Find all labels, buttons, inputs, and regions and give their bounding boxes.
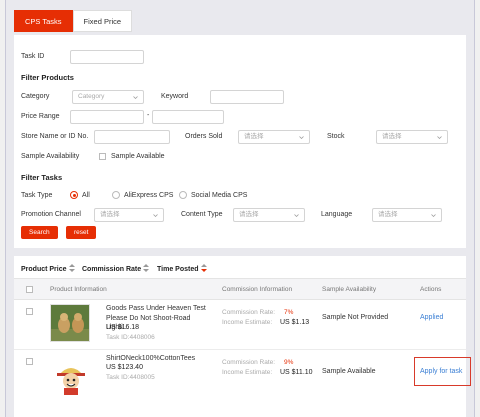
task-type-social-radio[interactable] <box>179 191 187 199</box>
sort-product-price[interactable]: Product Price <box>21 264 75 274</box>
product-image[interactable] <box>50 358 90 396</box>
sort-caret-icon <box>143 264 150 274</box>
language-placeholder: 请选择 <box>378 211 398 218</box>
page-frame: CPS Tasks Fixed Price Task ID Filter Pro… <box>5 0 475 417</box>
category-select[interactable]: Category <box>72 90 144 104</box>
income-estimate-value: US $1.13 <box>280 319 310 326</box>
task-id-input[interactable] <box>70 50 144 64</box>
table-row: ShirtONeck100%CottonTees US $123.40 Task… <box>14 350 471 417</box>
commission-rate-label: Commission Rate: <box>222 359 276 366</box>
content-type-label: Content Type <box>181 211 223 218</box>
filter-panel: Task ID Filter Products Category Categor… <box>14 35 466 248</box>
sample-status: Sample Not Provided <box>322 314 389 321</box>
task-type-aliexpress-radio[interactable] <box>112 191 120 199</box>
income-estimate-value: US $11.10 <box>280 369 313 376</box>
task-id: Task ID:4408006 <box>106 334 155 341</box>
sample-status: Sample Available <box>322 368 376 375</box>
task-id-label: Task ID <box>21 53 45 60</box>
orders-sold-select[interactable]: 请选择 <box>238 130 310 144</box>
store-input[interactable] <box>94 130 170 144</box>
row-checkbox[interactable] <box>26 308 33 315</box>
task-type-label: Task Type <box>21 192 53 199</box>
sample-available-label: Sample Available <box>111 153 165 160</box>
stock-label: Stock <box>327 133 345 140</box>
promotion-channel-select[interactable]: 请选择 <box>94 208 164 222</box>
category-placeholder: Category <box>78 93 105 100</box>
sort-commission-rate[interactable]: Commission Rate <box>82 264 150 274</box>
sort-caret-active-icon <box>200 264 207 274</box>
sort-product-price-label: Product Price <box>21 265 67 273</box>
product-price: US $123.40 <box>106 364 143 371</box>
task-type-all-label: All <box>82 192 90 199</box>
sample-available-checkbox[interactable] <box>99 153 106 160</box>
task-id: Task ID:4408005 <box>106 374 155 381</box>
header-actions: Actions <box>420 286 442 293</box>
apply-for-task-link[interactable]: Apply for task <box>420 368 462 375</box>
filter-tasks-title: Filter Tasks <box>21 173 63 182</box>
product-name[interactable]: ShirtONeck100%CottonTees <box>106 354 195 364</box>
promotion-channel-label: Promotion Channel <box>21 211 81 218</box>
commission-rate-value: 7% <box>284 309 294 316</box>
chevron-down-icon <box>294 213 299 218</box>
content-type-placeholder: 请选择 <box>239 211 259 218</box>
language-label: Language <box>321 211 353 218</box>
price-range-label: Price Range <box>21 113 60 120</box>
commission-rate-label: Commission Rate: <box>222 309 276 316</box>
stock-select[interactable]: 请选择 <box>376 130 448 144</box>
table-row: Goods Pass Under Heaven Test Please Do N… <box>14 300 466 350</box>
keyword-label: Keyword <box>161 93 189 100</box>
filter-products-title: Filter Products <box>21 73 74 82</box>
task-type-social-label: Social Media CPS <box>191 192 248 199</box>
keyword-input[interactable] <box>210 90 284 104</box>
price-separator: - <box>147 112 150 119</box>
income-estimate-label: Income Estimate: <box>222 369 273 376</box>
header-commission-info: Commission Information <box>222 286 293 293</box>
content-type-select[interactable]: 请选择 <box>233 208 305 222</box>
results-panel: Product Price Commission Rate Time Poste… <box>14 256 471 417</box>
commission-rate-value: 9% <box>284 359 294 366</box>
category-label: Category <box>21 93 50 100</box>
tab-fixed-price[interactable]: Fixed Price <box>72 10 133 32</box>
stock-placeholder: 请选择 <box>382 133 402 140</box>
chevron-down-icon <box>431 213 436 218</box>
store-label: Store Name or ID No. <box>21 133 89 140</box>
chevron-down-icon <box>299 135 304 140</box>
chevron-down-icon <box>437 135 442 140</box>
tab-cps-tasks[interactable]: CPS Tasks <box>14 10 73 32</box>
sort-time-posted[interactable]: Time Posted <box>157 264 207 274</box>
reset-button[interactable]: reset <box>66 226 97 239</box>
task-type-aliexpress-label: AliExpress CPS <box>124 192 174 199</box>
row-checkbox[interactable] <box>26 358 33 365</box>
applied-link[interactable]: Applied <box>420 314 443 321</box>
task-type-all-radio[interactable] <box>70 191 78 199</box>
sample-availability-label: Sample Availability <box>21 153 80 160</box>
header-sample-availability: Sample Availability <box>322 286 377 293</box>
income-estimate-label: Income Estimate: <box>222 319 273 326</box>
product-price: US $16.18 <box>106 324 140 331</box>
sort-commission-rate-label: Commission Rate <box>82 265 142 273</box>
orders-sold-label: Orders Sold <box>185 133 223 140</box>
search-button[interactable]: Search <box>21 226 58 239</box>
orders-sold-placeholder: 请选择 <box>244 133 264 140</box>
language-select[interactable]: 请选择 <box>372 208 442 222</box>
promotion-channel-placeholder: 请选择 <box>100 211 120 218</box>
sort-caret-icon <box>68 264 75 274</box>
chevron-down-icon <box>153 213 158 218</box>
header-product-info: Product Information <box>50 286 107 293</box>
price-min-input[interactable] <box>70 110 144 124</box>
chevron-down-icon <box>133 95 138 100</box>
price-max-input[interactable] <box>152 110 224 124</box>
sort-time-posted-label: Time Posted <box>157 265 199 273</box>
select-all-checkbox[interactable] <box>26 286 33 293</box>
task-tabs: CPS Tasks Fixed Price <box>14 10 133 32</box>
product-image[interactable] <box>50 304 90 342</box>
table-header: Product Information Commission Informati… <box>14 278 466 300</box>
